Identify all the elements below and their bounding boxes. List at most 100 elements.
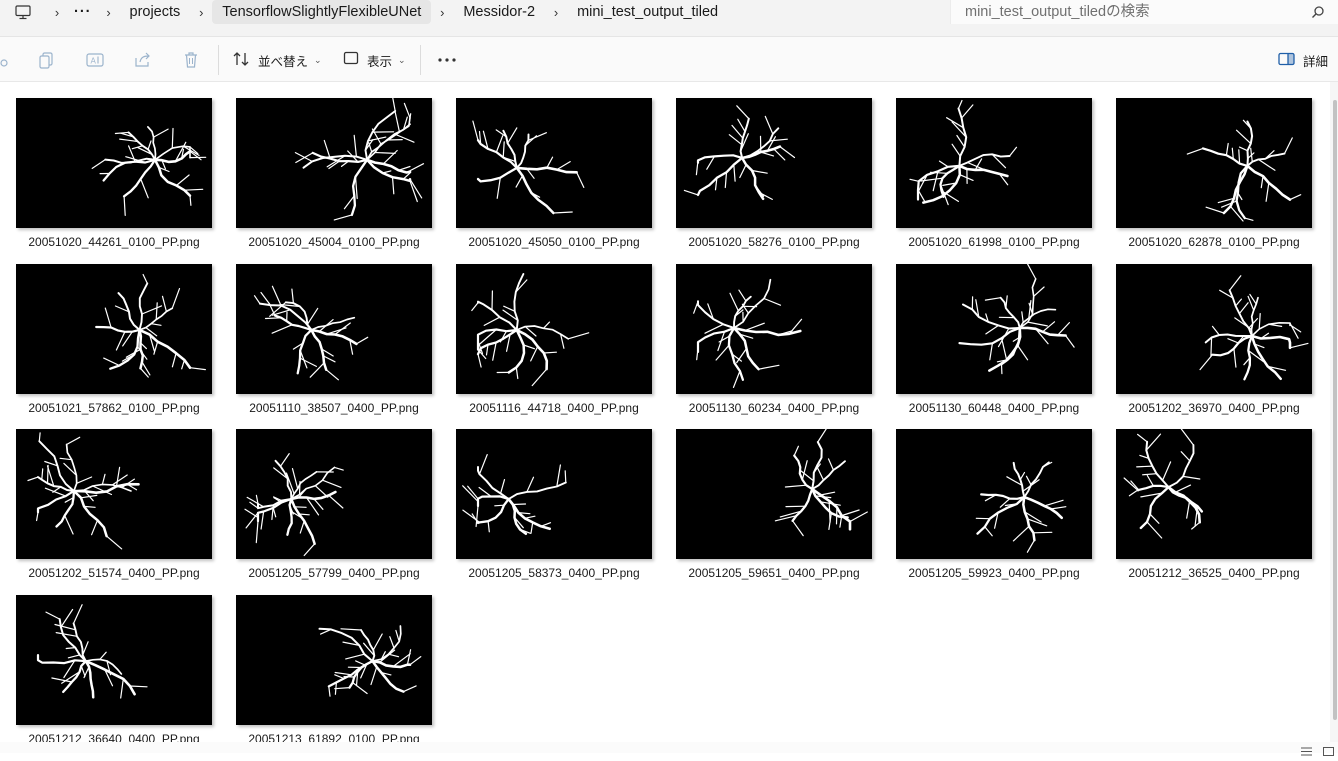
more-options-icon[interactable]	[436, 49, 458, 71]
details-label: 詳細	[1302, 54, 1328, 69]
file-item[interactable]: 20051202_36970_0400_PP.png	[1116, 263, 1312, 430]
sort-icon	[233, 51, 250, 70]
file-thumbnail[interactable]	[16, 594, 212, 725]
search-input[interactable]: mini_test_output_tiledの検索	[965, 0, 1150, 24]
file-item[interactable]: 20051202_51574_0400_PP.png	[16, 429, 212, 595]
file-name[interactable]: 20051020_58276_0100_PP.png	[666, 235, 882, 249]
file-item[interactable]: 20051130_60234_0400_PP.png	[676, 263, 872, 430]
thumbnail-grid: 20051020_44261_0100_PP.png 20051020_45004…	[16, 98, 1312, 753]
file-name[interactable]: 20051020_61998_0100_PP.png	[886, 235, 1102, 249]
file-name[interactable]: 20051020_44261_0100_PP.png	[6, 235, 222, 249]
file-item[interactable]: 20051020_44261_0100_PP.png	[16, 98, 212, 264]
file-item[interactable]: 20051021_57862_0100_PP.png	[16, 263, 212, 430]
copy-icon[interactable]	[37, 50, 57, 70]
file-name[interactable]: 20051202_36970_0400_PP.png	[1106, 401, 1322, 415]
file-thumbnail[interactable]	[456, 98, 652, 228]
breadcrumb-overflow-button[interactable]: ···	[68, 0, 98, 24]
file-thumbnail[interactable]	[1116, 429, 1312, 559]
toolbar-divider	[420, 45, 421, 75]
view-label: 表示	[367, 54, 393, 69]
file-thumbnail[interactable]	[896, 98, 1092, 228]
file-thumbnail[interactable]	[236, 263, 432, 394]
file-thumbnail[interactable]	[1116, 98, 1312, 228]
file-thumbnail[interactable]	[16, 429, 212, 559]
file-name[interactable]: 20051212_36525_0400_PP.png	[1106, 566, 1322, 580]
breadcrumb-separator-icon[interactable]: ›	[98, 0, 120, 24]
scrollbar-thumb[interactable]	[1333, 100, 1337, 720]
file-name[interactable]: 20051116_44718_0400_PP.png	[446, 401, 662, 415]
breadcrumb-separator-icon[interactable]: ›	[431, 0, 453, 24]
breadcrumb-separator-icon[interactable]: ›	[545, 0, 567, 24]
file-item[interactable]: 20051020_45004_0100_PP.png	[236, 98, 432, 264]
file-item[interactable]: 20051213_61892_0100_PP.png	[236, 594, 432, 754]
large-icons-view-icon[interactable]	[1323, 743, 1334, 756]
status-bar	[0, 742, 1338, 753]
file-name[interactable]: 20051202_51574_0400_PP.png	[6, 566, 222, 580]
search-icon[interactable]	[1311, 5, 1325, 19]
file-name[interactable]: 20051205_58373_0400_PP.png	[446, 566, 662, 580]
svg-text:A: A	[91, 57, 97, 66]
details-pane-button[interactable]: 詳細	[1278, 47, 1328, 73]
file-item[interactable]: 20051020_45050_0100_PP.png	[456, 98, 652, 264]
file-item[interactable]: 20051116_44718_0400_PP.png	[456, 263, 652, 430]
file-thumbnail[interactable]	[16, 263, 212, 394]
breadcrumb-item[interactable]: TensorflowSlightlyFlexibleUNet	[212, 0, 432, 24]
breadcrumb-item[interactable]: projects	[120, 0, 191, 24]
file-name[interactable]: 20051130_60448_0400_PP.png	[886, 401, 1102, 415]
file-item[interactable]: 20051212_36525_0400_PP.png	[1116, 429, 1312, 595]
chevron-down-icon: ⌄	[314, 54, 322, 65]
file-thumbnail[interactable]	[16, 98, 212, 228]
file-name[interactable]: 20051205_57799_0400_PP.png	[226, 566, 442, 580]
chevron-down-icon: ⌄	[398, 54, 406, 65]
rename-icon[interactable]: A	[85, 50, 105, 70]
breadcrumb-item[interactable]: Messidor-2	[453, 0, 545, 24]
sort-button[interactable]: 並べ替え ⌄	[233, 47, 322, 73]
file-name[interactable]: 20051205_59923_0400_PP.png	[886, 566, 1102, 580]
file-name[interactable]: 20051020_45050_0100_PP.png	[446, 235, 662, 249]
command-bar: A 並べ替え ⌄ 表示 ⌄ 詳細	[0, 37, 1338, 82]
file-thumbnail[interactable]	[676, 429, 872, 559]
file-item[interactable]: 20051130_60448_0400_PP.png	[896, 263, 1092, 430]
file-name[interactable]: 20051110_38507_0400_PP.png	[226, 401, 442, 415]
view-icon	[343, 51, 359, 69]
file-thumbnail[interactable]	[456, 263, 652, 394]
file-item[interactable]: 20051205_57799_0400_PP.png	[236, 429, 432, 595]
file-name[interactable]: 20051020_45004_0100_PP.png	[226, 235, 442, 249]
file-item[interactable]: 20051020_58276_0100_PP.png	[676, 98, 872, 264]
breadcrumb-separator-icon[interactable]: ›	[46, 0, 68, 24]
file-thumbnail[interactable]	[676, 263, 872, 394]
delete-icon[interactable]	[181, 50, 201, 70]
breadcrumb-item-current[interactable]: mini_test_output_tiled	[567, 0, 728, 24]
share-icon[interactable]	[133, 50, 153, 70]
file-thumbnail[interactable]	[1116, 263, 1312, 394]
this-pc-icon[interactable]	[0, 0, 46, 24]
file-item[interactable]: 20051212_36640_0400_PP.png	[16, 594, 212, 754]
file-thumbnail[interactable]	[896, 429, 1092, 559]
view-button[interactable]: 表示 ⌄	[343, 47, 406, 73]
file-thumbnail[interactable]	[236, 594, 432, 725]
file-thumbnail[interactable]	[896, 263, 1092, 394]
file-thumbnail[interactable]	[676, 98, 872, 228]
file-thumbnail[interactable]	[236, 98, 432, 228]
file-view[interactable]: 20051020_44261_0100_PP.png 20051020_45004…	[0, 82, 1330, 753]
file-item[interactable]: 20051020_62878_0100_PP.png	[1116, 98, 1312, 264]
file-item[interactable]: 20051110_38507_0400_PP.png	[236, 263, 432, 430]
file-item[interactable]: 20051020_61998_0100_PP.png	[896, 98, 1092, 264]
file-name[interactable]: 20051020_62878_0100_PP.png	[1106, 235, 1322, 249]
search-box[interactable]: mini_test_output_tiledの検索	[950, 0, 1338, 24]
file-name[interactable]: 20051205_59651_0400_PP.png	[666, 566, 882, 580]
details-pane-icon	[1278, 52, 1295, 69]
address-bar: › ··· › projects › TensorflowSlightlyFle…	[0, 0, 1338, 37]
vertical-scrollbar[interactable]	[1330, 82, 1338, 742]
file-item[interactable]: 20051205_58373_0400_PP.png	[456, 429, 652, 595]
file-name[interactable]: 20051021_57862_0100_PP.png	[6, 401, 222, 415]
breadcrumb-separator-icon[interactable]: ›	[190, 0, 212, 24]
file-item[interactable]: 20051205_59651_0400_PP.png	[676, 429, 872, 595]
file-item[interactable]: 20051205_59923_0400_PP.png	[896, 429, 1092, 595]
details-view-icon[interactable]	[1301, 743, 1312, 756]
file-thumbnail[interactable]	[456, 429, 652, 559]
file-thumbnail[interactable]	[236, 429, 432, 559]
breadcrumb: › ··· › projects › TensorflowSlightlyFle…	[0, 0, 940, 24]
cut-icon[interactable]	[0, 50, 10, 70]
file-name[interactable]: 20051130_60234_0400_PP.png	[666, 401, 882, 415]
